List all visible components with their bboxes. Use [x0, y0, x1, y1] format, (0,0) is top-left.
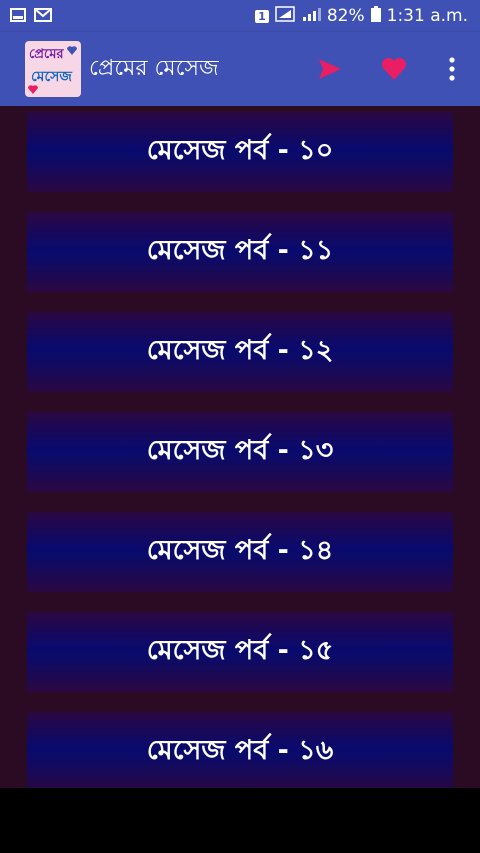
gallery-notification-icon	[10, 7, 26, 26]
episode-item[interactable]: মেসেজ পর্ব - ১৩	[27, 412, 453, 492]
episode-label: মেসেজ পর্ব - ১৩	[146, 434, 334, 466]
more-vert-icon	[449, 57, 455, 81]
episode-list[interactable]: মেসেজ পর্ব - ১০ মেসেজ পর্ব - ১১ মেসেজ পর…	[0, 106, 480, 788]
status-bar: 1 82% 1:31 a.m.	[0, 0, 480, 32]
episode-label: মেসেজ পর্ব - ১২	[146, 334, 334, 366]
navigation-bar	[0, 788, 480, 853]
episode-item[interactable]: মেসেজ পর্ব - ১৪	[27, 512, 453, 592]
favorite-button[interactable]	[372, 47, 416, 91]
send-icon	[319, 59, 341, 79]
episode-label: মেসেজ পর্ব - ১০	[146, 134, 334, 166]
wifi-signal-icon	[275, 5, 295, 27]
sim-icon: 1	[255, 9, 269, 23]
heart-icon	[381, 57, 407, 80]
cell-signal-icon	[301, 6, 321, 27]
mail-notification-icon	[34, 7, 52, 26]
send-button[interactable]	[308, 47, 352, 91]
episode-item[interactable]: মেসেজ পর্ব - ১৬	[27, 712, 453, 788]
episode-item[interactable]: মেসেজ পর্ব - ১১	[27, 212, 453, 292]
more-options-button[interactable]	[430, 47, 474, 91]
battery-percent: 82%	[326, 6, 365, 26]
clock: 1:31 a.m.	[386, 6, 468, 26]
app-bar: প্রেমের মেসেজ প্রেমের মেসেজ	[0, 32, 480, 106]
battery-icon	[370, 5, 381, 27]
episode-label: মেসেজ পর্ব - ১৬	[146, 734, 334, 766]
episode-label: মেসেজ পর্ব - ১৪	[146, 534, 334, 566]
app-title: প্রেমের মেসেজ	[89, 55, 219, 81]
episode-label: মেসেজ পর্ব - ১৫	[146, 634, 334, 666]
app-logo: প্রেমের মেসেজ	[25, 41, 81, 97]
episode-item[interactable]: মেসেজ পর্ব - ১০	[27, 112, 453, 192]
episode-item[interactable]: মেসেজ পর্ব - ১৫	[27, 612, 453, 692]
episode-label: মেসেজ পর্ব - ১১	[146, 234, 334, 266]
episode-item[interactable]: মেসেজ পর্ব - ১২	[27, 312, 453, 392]
